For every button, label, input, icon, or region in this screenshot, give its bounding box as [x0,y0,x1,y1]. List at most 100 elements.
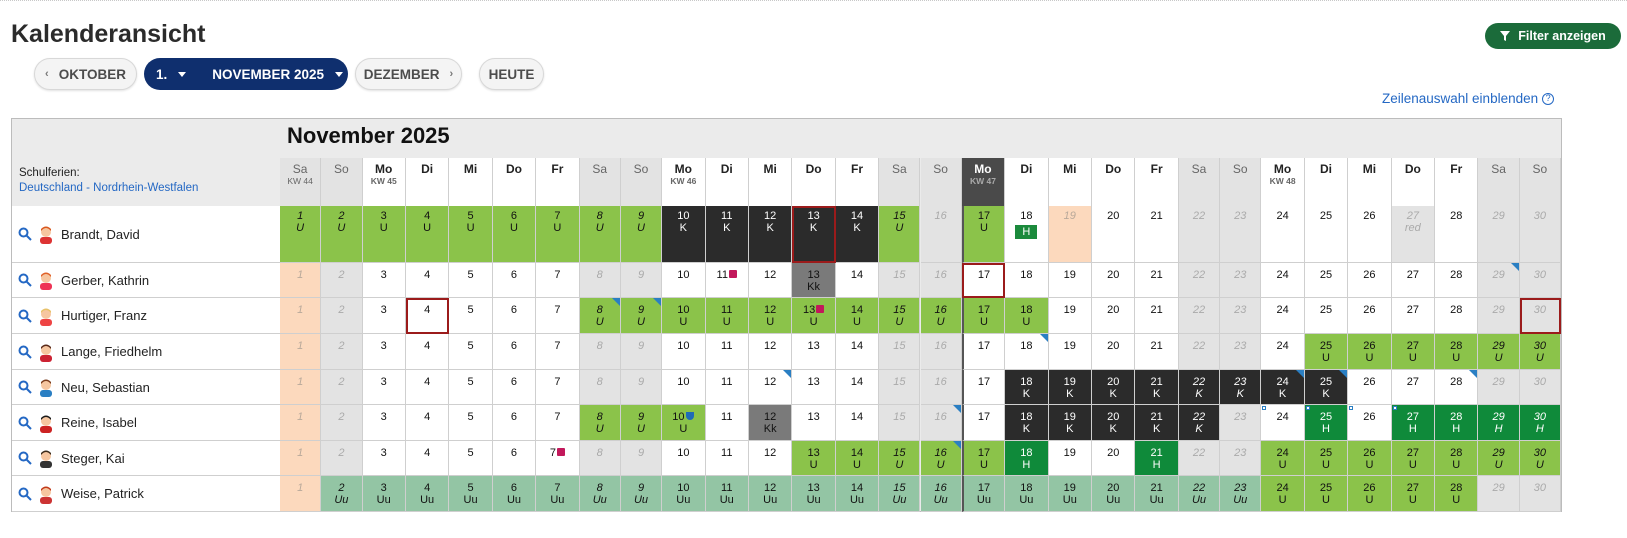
day-cell[interactable]: 5 Uu [449,476,493,512]
day-cell[interactable]: 7 [536,441,580,476]
day-cell[interactable]: 9 [620,263,663,298]
day-cell[interactable]: 10 Uu [662,476,706,512]
day-cell[interactable]: 15 [879,263,921,298]
employee-row[interactable]: Steger, Kai [12,441,280,476]
day-cell[interactable]: 14 [835,263,880,298]
employee-row[interactable]: Lange, Friedhelm [12,334,280,370]
day-cell[interactable]: 2 [321,263,363,298]
day-cell[interactable]: 4U [405,206,450,263]
day-cell[interactable]: 30 [1519,263,1561,298]
day-cell[interactable]: 23 [1220,405,1262,441]
day-cell[interactable]: 20 [1092,206,1136,263]
day-cell[interactable]: 12 Uu [748,476,793,512]
day-cell[interactable]: 26 [1348,405,1392,441]
employee-row[interactable]: Reine, Isabel [12,405,280,441]
day-cell[interactable]: 22 [1178,298,1221,334]
day-cell[interactable]: 24 U [1261,441,1305,476]
day-cell[interactable]: 3 [362,370,406,405]
day-cell[interactable]: 14 [835,370,880,405]
day-cell[interactable]: 17 U [961,206,1006,263]
day-cell[interactable]: 17 U [961,298,1006,334]
day-cell[interactable]: 28 [1435,298,1479,334]
day-cell[interactable]: 29 [1478,263,1520,298]
day-cell[interactable]: 1 [280,298,322,334]
day-cell[interactable]: 6 [492,334,537,370]
day-cell[interactable]: 8U [579,298,621,334]
day-cell[interactable]: 10 [662,334,706,370]
magnifier-icon[interactable] [18,380,32,394]
day-cell[interactable]: 18 H [1005,441,1049,476]
day-cell[interactable]: 19 K [1048,405,1093,441]
day-cell[interactable]: 29 U [1478,441,1520,476]
day-cell[interactable]: 20 K [1092,370,1136,405]
day-cell[interactable]: 9 [620,370,663,405]
day-cell[interactable]: 22 Uu [1178,476,1221,512]
day-cell[interactable]: 30 [1519,476,1561,512]
day-cell[interactable]: 21 [1135,263,1179,298]
day-cell[interactable]: 4 [405,263,450,298]
day-cell[interactable]: 9 [620,441,663,476]
day-cell[interactable]: 2 [321,298,363,334]
day-cell[interactable]: 26 U [1348,476,1392,512]
day-select[interactable]: 1. [156,67,167,82]
day-cell[interactable]: 7 [536,298,580,334]
day-cell[interactable]: 8 Uu [579,476,621,512]
day-cell[interactable]: 18 Uu [1005,476,1049,512]
day-cell[interactable]: 28 H [1435,405,1479,441]
day-cell[interactable]: 30 [1519,298,1561,334]
day-cell[interactable]: 5U [449,206,493,263]
day-cell[interactable]: 12 U [748,298,793,334]
day-cell[interactable]: 23 Uu [1220,476,1262,512]
day-cell[interactable]: 18 [1005,263,1049,298]
day-cell[interactable]: 16 [920,405,962,441]
day-cell[interactable]: 22 [1178,441,1221,476]
day-cell[interactable]: 24 [1261,206,1305,263]
day-cell[interactable]: 13 Kk [792,263,836,298]
day-cell[interactable]: 16 [920,334,962,370]
day-cell[interactable]: 22 K [1178,405,1221,441]
day-cell[interactable]: 16 [920,263,962,298]
day-cell[interactable]: 22 [1178,334,1221,370]
day-cell[interactable]: 2 [321,334,363,370]
day-cell[interactable]: 20 [1092,263,1136,298]
employee-row[interactable]: Gerber, Kathrin [12,263,280,298]
day-cell[interactable]: 7 [536,370,580,405]
day-cell[interactable]: 29 [1478,476,1520,512]
day-cell[interactable]: 16 U [920,441,962,476]
day-cell[interactable]: 12 [748,370,793,405]
day-cell[interactable]: 26 [1348,298,1392,334]
day-cell[interactable]: 23 [1220,298,1262,334]
day-cell[interactable]: 11 Uu [705,476,749,512]
day-cell[interactable]: 17 U [961,441,1006,476]
day-cell[interactable]: 9U [620,298,663,334]
day-cell[interactable]: 17 [961,405,1006,441]
day-cell[interactable]: 3 [362,441,406,476]
day-cell[interactable]: 17 [961,263,1006,298]
day-cell[interactable]: 14 K [835,206,880,263]
day-cell[interactable]: 21 K [1135,370,1179,405]
day-cell[interactable]: 13 [792,405,836,441]
day-cell[interactable]: 23 [1220,334,1262,370]
day-cell[interactable]: 24 [1261,263,1305,298]
day-cell[interactable]: 6 Uu [492,476,537,512]
employee-row[interactable]: Weise, Patrick [12,476,280,512]
day-cell[interactable]: 14 [835,334,880,370]
today-button[interactable]: HEUTE [479,58,544,90]
day-cell[interactable]: 6 [492,370,537,405]
day-cell[interactable]: 7U [536,206,580,263]
employee-row[interactable]: Hurtiger, Franz [12,298,280,334]
day-cell[interactable]: 16 [920,370,962,405]
day-cell[interactable]: 17 [961,334,1006,370]
day-cell[interactable]: 18 U [1005,298,1049,334]
day-cell[interactable]: 6 [492,441,537,476]
day-cell[interactable]: 16 Uu [920,476,962,512]
day-cell[interactable]: 29 [1478,370,1520,405]
day-cell[interactable]: 18 [1005,334,1049,370]
day-cell[interactable]: 3 [362,405,406,441]
day-cell[interactable]: 5 [449,334,493,370]
day-cell[interactable]: 28 U [1435,441,1479,476]
day-cell[interactable]: 7 [536,263,580,298]
day-cell[interactable]: 19 [1048,441,1093,476]
day-cell[interactable]: 4 [405,298,450,334]
day-cell[interactable]: 19 Uu [1048,476,1093,512]
